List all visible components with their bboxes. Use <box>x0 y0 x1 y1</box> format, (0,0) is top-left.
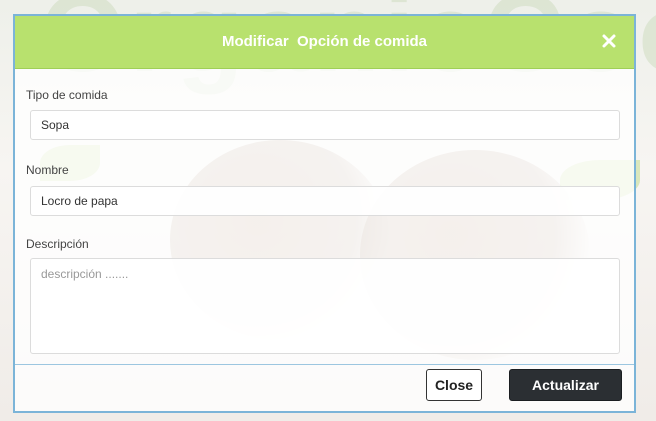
modal-title: Modificar Opción de comida <box>221 33 428 50</box>
descripcion-label: Descripción <box>26 237 89 251</box>
descripcion-field[interactable] <box>30 258 620 354</box>
tipo-comida-field[interactable] <box>30 110 620 140</box>
nombre-label: Nombre <box>26 163 69 177</box>
tipo-comida-label: Tipo de comida <box>26 88 108 102</box>
footer-divider <box>15 364 634 365</box>
nombre-field[interactable] <box>30 186 620 216</box>
close-button[interactable]: Close <box>426 369 482 401</box>
update-button[interactable]: Actualizar <box>509 369 622 401</box>
close-icon[interactable] <box>598 30 620 52</box>
edit-meal-option-modal: Modificar Opción de comida Tipo de comid… <box>13 14 636 413</box>
modal-header: Modificar Opción de comida <box>15 16 634 69</box>
